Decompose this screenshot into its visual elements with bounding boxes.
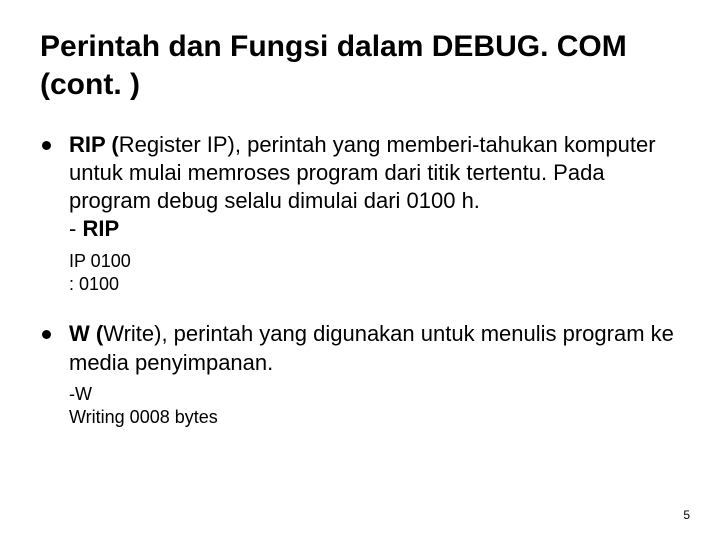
rip-output-line1: IP 0100 [69,250,680,273]
w-desc: Write), perintah yang digunakan untuk me… [69,321,674,374]
bullet-text-1: RIP (Register IP), perintah yang memberi… [69,131,680,244]
rip-output: IP 0100 : 0100 [69,250,680,297]
bullet-item-2: W (Write), perintah yang digunakan untuk… [40,320,680,376]
w-output: -W Writing 0008 bytes [69,383,680,430]
bullet-item-1: RIP (Register IP), perintah yang memberi… [40,131,680,244]
rip-desc: Register IP), perintah yang memberi-tahu… [69,132,656,213]
rip-label: RIP ( [69,132,119,157]
w-label: W ( [69,321,103,346]
bullet-icon [42,141,51,150]
rip-output-line2: : 0100 [69,273,680,296]
dash: - [69,216,82,241]
bullet-text-2: W (Write), perintah yang digunakan untuk… [69,320,680,376]
slide-title: Perintah dan Fungsi dalam DEBUG. COM (co… [40,28,680,103]
w-output-line1: -W [69,383,680,406]
w-output-line2: Writing 0008 bytes [69,406,680,429]
page-number: 5 [683,508,690,522]
bullet-icon [42,330,51,339]
rip-cmd: RIP [82,216,119,241]
